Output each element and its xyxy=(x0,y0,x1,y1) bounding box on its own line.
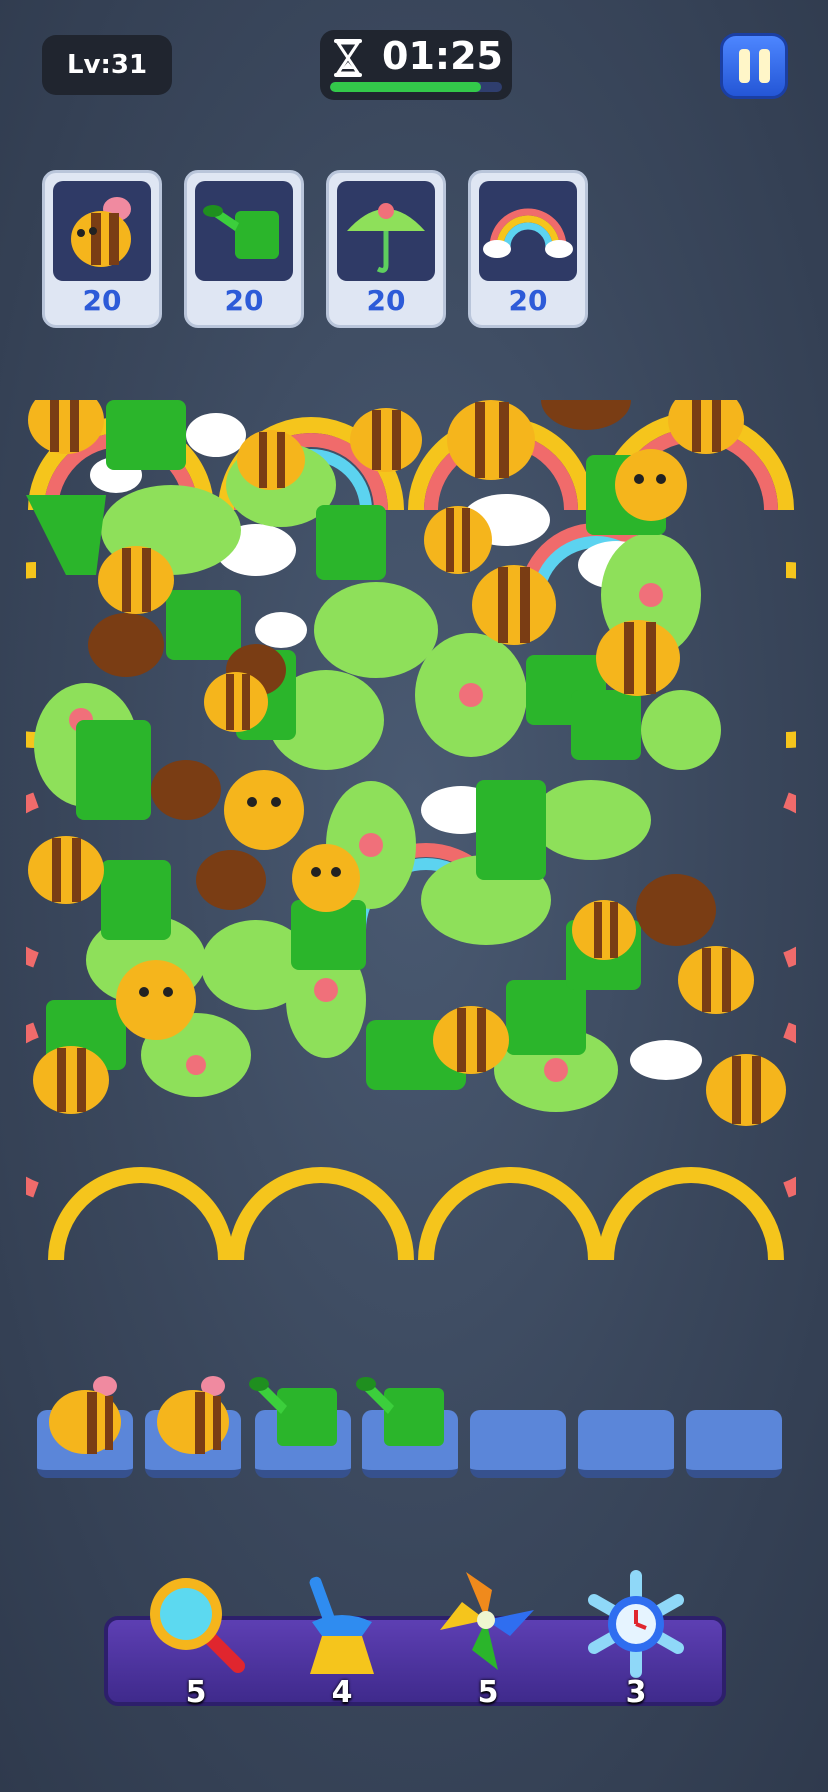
pause-button[interactable] xyxy=(720,33,788,99)
watering-can-icon xyxy=(356,1377,444,1446)
tray-slot xyxy=(37,1376,133,1478)
timer-progress-fill xyxy=(330,82,482,92)
rainbow-icon xyxy=(483,208,573,258)
goal-card-watering-can: 20 xyxy=(184,170,304,328)
tile-board[interactable] xyxy=(26,400,796,1270)
rainbow-tile[interactable] xyxy=(48,1167,784,1261)
powerup-count: 3 xyxy=(625,1675,647,1710)
tray-slot xyxy=(249,1377,351,1478)
freeze-clock-powerup-button[interactable]: 3 xyxy=(576,1570,696,1710)
goal-card-umbrella: 20 xyxy=(326,170,446,328)
level-label: Lv:31 xyxy=(42,35,172,95)
tray-slot xyxy=(145,1376,241,1478)
bee-icon xyxy=(49,1376,121,1454)
goal-card-bee: 20 xyxy=(42,170,162,328)
magnifier-icon xyxy=(150,1578,245,1673)
pause-icon-bar xyxy=(758,49,770,83)
tray-slot xyxy=(470,1410,566,1478)
timer-progress-bar xyxy=(330,82,502,92)
watering-can-icon xyxy=(203,205,279,259)
bee-icon xyxy=(71,197,131,267)
powerup-count: 4 xyxy=(331,1675,353,1710)
pinwheel-icon xyxy=(440,1572,534,1670)
powerup-count: 5 xyxy=(185,1675,207,1710)
rainbow-tile[interactable] xyxy=(783,562,796,1198)
magnifier-powerup-button[interactable]: 5 xyxy=(136,1570,256,1710)
timer-panel: 01:25 xyxy=(320,30,512,100)
powerup-count: 5 xyxy=(477,1675,499,1710)
tray-slot xyxy=(686,1410,782,1478)
pause-icon-bar xyxy=(738,49,750,83)
pinwheel-powerup-button[interactable]: 5 xyxy=(428,1570,548,1710)
watering-can-icon xyxy=(249,1377,337,1446)
tray-slot xyxy=(356,1377,458,1478)
freeze-clock-icon xyxy=(588,1570,684,1678)
hourglass-icon xyxy=(334,39,362,77)
umbrella-icon xyxy=(347,203,425,273)
timer-text: 01:25 xyxy=(382,34,503,78)
bee-icon xyxy=(157,1376,229,1454)
goal-card-rainbow: 20 xyxy=(468,170,588,328)
tray-slot xyxy=(578,1410,674,1478)
goal-count: 20 xyxy=(508,284,548,317)
broom-icon xyxy=(309,1576,374,1674)
goal-count: 20 xyxy=(224,284,264,317)
broom-powerup-button[interactable]: 4 xyxy=(282,1570,402,1710)
goal-count: 20 xyxy=(82,284,122,317)
goal-count: 20 xyxy=(366,284,406,317)
